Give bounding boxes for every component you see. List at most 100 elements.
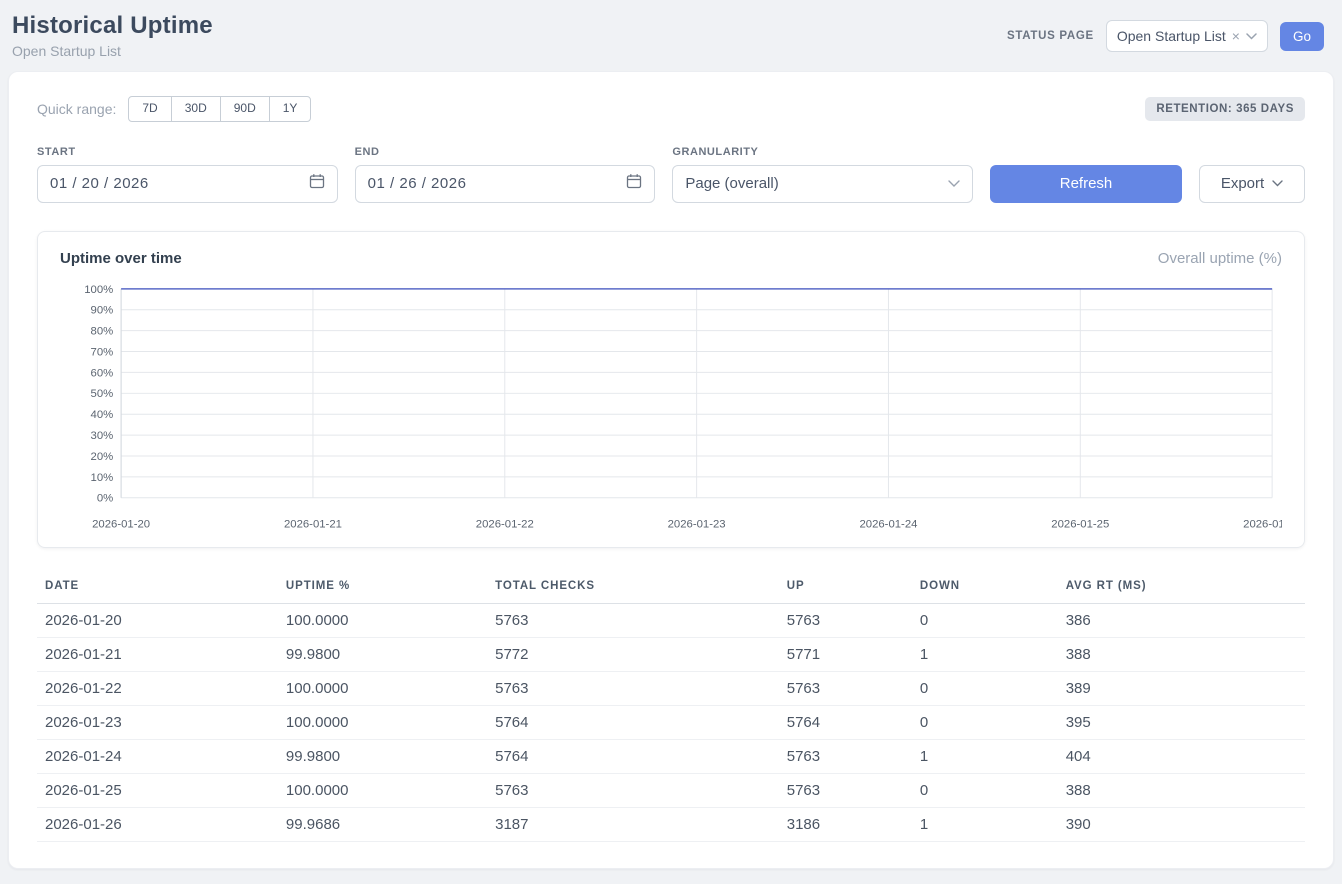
page-subtitle: Open Startup List <box>12 43 213 59</box>
table-cell: 1 <box>912 637 1058 671</box>
table-cell: 99.9800 <box>278 739 487 773</box>
table-cell: 2026-01-25 <box>37 773 278 807</box>
table-row: 2026-01-23100.0000576457640395 <box>37 705 1305 739</box>
controls-form-row: START 01 / 20 / 2026 END 01 / 26 / 2026 <box>37 146 1305 203</box>
table-cell: 3186 <box>779 807 912 841</box>
table-cell: 5772 <box>487 637 779 671</box>
table-cell: 2026-01-23 <box>37 705 278 739</box>
table-cell: 5763 <box>779 773 912 807</box>
export-button-label: Export <box>1221 175 1264 192</box>
uptime-table-body: 2026-01-20100.00005763576303862026-01-21… <box>37 603 1305 841</box>
svg-text:90%: 90% <box>91 304 114 316</box>
column-header: UPTIME % <box>278 574 487 604</box>
start-date-label: START <box>37 146 338 158</box>
quick-range-30d[interactable]: 30D <box>171 96 221 122</box>
main-card: Quick range: 7D30D90D1Y RETENTION: 365 D… <box>8 71 1334 869</box>
column-header: TOTAL CHECKS <box>487 574 779 604</box>
table-cell: 5763 <box>487 603 779 637</box>
table-cell: 2026-01-21 <box>37 637 278 671</box>
end-date-value: 01 / 26 / 2026 <box>368 175 467 192</box>
page-title: Historical Uptime <box>12 12 213 40</box>
column-header: DATE <box>37 574 278 604</box>
table-cell: 2026-01-24 <box>37 739 278 773</box>
export-button[interactable]: Export <box>1199 165 1305 203</box>
chart-svg: 100%90%80%70%60%50%40%30%20%10%0%2026-01… <box>60 279 1282 537</box>
granularity-select[interactable]: Page (overall) <box>672 165 973 203</box>
uptime-table-head-row: DATEUPTIME %TOTAL CHECKSUPDOWNAVG RT (MS… <box>37 574 1305 604</box>
svg-text:60%: 60% <box>91 367 114 379</box>
table-cell: 100.0000 <box>278 773 487 807</box>
uptime-line-chart: 100%90%80%70%60%50%40%30%20%10%0%2026-01… <box>60 279 1282 537</box>
svg-text:2026-01-22: 2026-01-22 <box>476 518 534 530</box>
table-cell: 99.9800 <box>278 637 487 671</box>
chart-title: Uptime over time <box>60 250 182 267</box>
svg-text:30%: 30% <box>91 430 114 442</box>
svg-text:100%: 100% <box>84 283 113 295</box>
table-cell: 5771 <box>779 637 912 671</box>
table-cell: 5763 <box>487 773 779 807</box>
table-cell: 390 <box>1058 807 1305 841</box>
quick-range-90d[interactable]: 90D <box>220 96 270 122</box>
table-cell: 100.0000 <box>278 671 487 705</box>
end-date-input[interactable]: 01 / 26 / 2026 <box>355 165 656 203</box>
uptime-chart-card: Uptime over time Overall uptime (%) 100%… <box>37 231 1305 548</box>
svg-text:2026-01-25: 2026-01-25 <box>1051 518 1109 530</box>
header-titles: Historical Uptime Open Startup List <box>12 12 213 59</box>
quick-range-1y[interactable]: 1Y <box>269 96 312 122</box>
table-cell: 388 <box>1058 637 1305 671</box>
status-page-label: STATUS PAGE <box>1007 30 1094 42</box>
table-cell: 0 <box>912 705 1058 739</box>
table-cell: 5763 <box>779 671 912 705</box>
controls-top-row: Quick range: 7D30D90D1Y RETENTION: 365 D… <box>37 96 1305 122</box>
quick-range-wrap: Quick range: 7D30D90D1Y <box>37 96 311 122</box>
table-cell: 0 <box>912 603 1058 637</box>
go-button[interactable]: Go <box>1280 22 1324 51</box>
chart-legend: Overall uptime (%) <box>1158 250 1282 267</box>
table-cell: 99.9686 <box>278 807 487 841</box>
table-cell: 388 <box>1058 773 1305 807</box>
granularity-selected-value: Page (overall) <box>685 175 778 192</box>
granularity-field: GRANULARITY Page (overall) <box>672 146 973 203</box>
table-cell: 395 <box>1058 705 1305 739</box>
table-row: 2026-01-2699.9686318731861390 <box>37 807 1305 841</box>
start-date-value: 01 / 20 / 2026 <box>50 175 149 192</box>
uptime-table: DATEUPTIME %TOTAL CHECKSUPDOWNAVG RT (MS… <box>37 574 1305 842</box>
quick-range-7d[interactable]: 7D <box>128 96 171 122</box>
refresh-button[interactable]: Refresh <box>990 165 1182 203</box>
start-date-field: START 01 / 20 / 2026 <box>37 146 338 203</box>
table-cell: 3187 <box>487 807 779 841</box>
table-cell: 5764 <box>779 705 912 739</box>
table-cell: 5764 <box>487 705 779 739</box>
table-cell: 1 <box>912 807 1058 841</box>
table-cell: 2026-01-22 <box>37 671 278 705</box>
quick-range-group: 7D30D90D1Y <box>128 96 311 122</box>
table-cell: 5763 <box>779 603 912 637</box>
svg-text:2026-01-24: 2026-01-24 <box>859 518 917 530</box>
table-cell: 100.0000 <box>278 603 487 637</box>
table-cell: 5764 <box>487 739 779 773</box>
quick-range-label: Quick range: <box>37 101 116 117</box>
status-page-select[interactable]: Open Startup List × <box>1106 20 1268 52</box>
header-controls: STATUS PAGE Open Startup List × Go <box>1007 20 1324 52</box>
svg-text:10%: 10% <box>91 471 114 483</box>
retention-badge: RETENTION: 365 DAYS <box>1145 97 1305 121</box>
svg-text:40%: 40% <box>91 409 114 421</box>
table-row: 2026-01-2199.9800577257711388 <box>37 637 1305 671</box>
column-header: DOWN <box>912 574 1058 604</box>
svg-text:0%: 0% <box>97 492 113 504</box>
page: Historical Uptime Open Startup List STAT… <box>0 0 1342 869</box>
table-cell: 5763 <box>487 671 779 705</box>
start-date-input[interactable]: 01 / 20 / 2026 <box>37 165 338 203</box>
svg-text:50%: 50% <box>91 388 114 400</box>
table-cell: 389 <box>1058 671 1305 705</box>
calendar-icon[interactable] <box>626 173 642 194</box>
granularity-label: GRANULARITY <box>672 146 973 158</box>
svg-text:80%: 80% <box>91 325 114 337</box>
clear-icon[interactable]: × <box>1232 29 1240 43</box>
table-row: 2026-01-2499.9800576457631404 <box>37 739 1305 773</box>
table-cell: 5763 <box>779 739 912 773</box>
table-cell: 404 <box>1058 739 1305 773</box>
svg-text:2026-01-21: 2026-01-21 <box>284 518 342 530</box>
calendar-icon[interactable] <box>309 173 325 194</box>
svg-text:2026-01-20: 2026-01-20 <box>92 518 150 530</box>
